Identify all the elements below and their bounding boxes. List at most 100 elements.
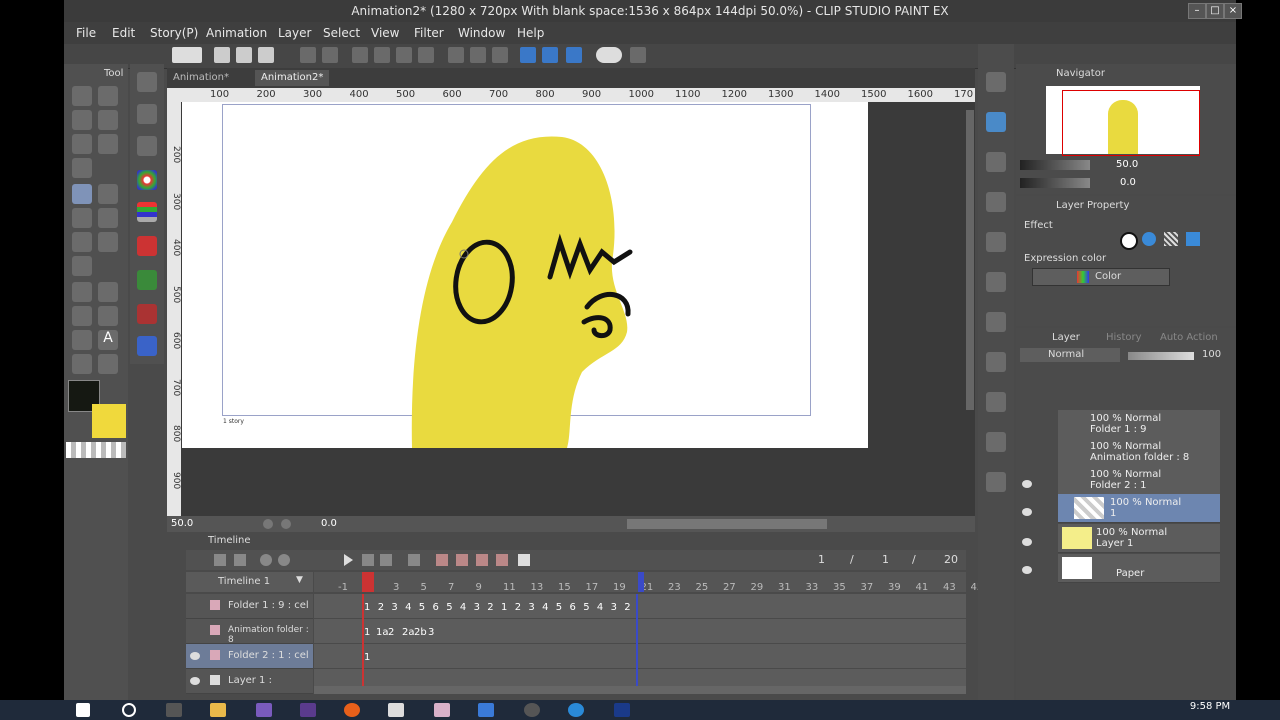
snap-special-ruler-icon[interactable] — [566, 47, 582, 63]
cel-label[interactable]: 4 — [597, 602, 603, 613]
vertical-scrollbar[interactable] — [966, 110, 974, 410]
panel-icon-8[interactable] — [986, 352, 1006, 372]
help-icon[interactable] — [596, 47, 622, 63]
onion-skin-icon[interactable] — [436, 554, 448, 566]
subtool-icon-2[interactable] — [137, 104, 157, 124]
deselect-icon[interactable] — [448, 47, 464, 63]
fill-tool-icon[interactable] — [72, 282, 92, 302]
new-cel-icon[interactable] — [234, 554, 246, 566]
firefox-icon[interactable] — [344, 703, 360, 717]
zoom-in-icon[interactable] — [281, 519, 291, 529]
last-frame-icon[interactable] — [380, 554, 392, 566]
track-animation-folder[interactable]: Animation folder : 8 — [186, 619, 313, 645]
loop-playback-icon[interactable] — [408, 554, 420, 566]
transform-icon[interactable] — [418, 47, 434, 63]
panel-icon-6[interactable] — [986, 272, 1006, 292]
taskbar-clock[interactable]: 9:58 PM — [1180, 701, 1240, 712]
menu-window[interactable]: Window — [458, 26, 505, 40]
cel-label[interactable]: 6 — [570, 602, 576, 613]
cel-label[interactable]: 1 — [364, 652, 370, 663]
cel-label[interactable]: 1 — [364, 627, 370, 638]
app-icon[interactable] — [478, 703, 494, 717]
menu-select[interactable]: Select — [323, 26, 360, 40]
panel-icon-9[interactable] — [986, 392, 1006, 412]
snap-grid-icon[interactable] — [542, 47, 558, 63]
menu-story[interactable]: Story(P) — [150, 26, 198, 40]
layer-color-icon[interactable] — [1164, 232, 1178, 246]
text-tool-icon[interactable]: A — [98, 330, 118, 350]
cel-label[interactable]: 3 — [528, 602, 534, 613]
navigator-zoom-slider[interactable] — [1020, 160, 1090, 170]
color-slider-icon[interactable] — [137, 202, 157, 222]
clear-outside-icon[interactable] — [374, 47, 390, 63]
obs-icon[interactable] — [524, 703, 540, 717]
menu-view[interactable]: View — [371, 26, 399, 40]
rotation-value[interactable]: 0.0 — [321, 518, 337, 529]
cel-label[interactable]: 4 — [542, 602, 548, 613]
color-set-icon[interactable] — [137, 236, 157, 256]
windows-start-icon[interactable] — [76, 703, 90, 717]
visibility-eye-icon[interactable] — [190, 677, 200, 685]
clip-studio-icon[interactable] — [172, 47, 202, 63]
browser-icon[interactable] — [568, 703, 584, 717]
frame-border-icon[interactable] — [98, 306, 118, 326]
premiere-icon[interactable] — [300, 703, 316, 717]
playhead-marker[interactable] — [362, 572, 374, 592]
cel-label[interactable]: 1a — [376, 627, 389, 638]
gradient-tool-icon[interactable] — [98, 282, 118, 302]
clear-icon[interactable] — [352, 47, 368, 63]
end-frame-marker[interactable] — [638, 572, 644, 592]
search-icon[interactable] — [986, 72, 1006, 92]
blend-mode-select[interactable]: Normal — [1020, 348, 1120, 362]
cel-label[interactable]: 2 — [624, 602, 630, 613]
cel-label[interactable]: 4 — [405, 602, 411, 613]
cel-label[interactable]: 1 — [501, 602, 507, 613]
next-frame-icon[interactable] — [362, 554, 374, 566]
cel-label[interactable]: 2b — [414, 627, 427, 638]
open-file-icon[interactable] — [236, 47, 252, 63]
selection-border-icon[interactable] — [492, 47, 508, 63]
timeline-zoom-in-icon[interactable] — [278, 554, 290, 566]
cel-label[interactable]: 3 — [611, 602, 617, 613]
cel-label[interactable]: 2 — [388, 627, 394, 638]
cel-label[interactable]: 3 — [391, 602, 397, 613]
object-tool-icon[interactable] — [72, 110, 92, 130]
settings-icon[interactable] — [630, 47, 646, 63]
history-tab[interactable]: History — [1106, 332, 1142, 343]
layer-folder-2[interactable]: 100 % Normal Folder 2 : 1 — [1058, 466, 1220, 495]
menu-file[interactable]: File — [76, 26, 96, 40]
track-folder-2[interactable]: Folder 2 : 1 : cel — [186, 644, 313, 669]
auto-action-tab[interactable]: Auto Action — [1160, 332, 1218, 343]
blend-tool-icon[interactable] — [72, 256, 92, 276]
cel-label[interactable]: 2 — [487, 602, 493, 613]
material-icon[interactable] — [986, 112, 1006, 132]
menu-help[interactable]: Help — [517, 26, 544, 40]
lasso-select-icon[interactable] — [72, 134, 92, 154]
tab-animation2[interactable]: Animation2* — [255, 70, 330, 86]
visibility-eye-icon[interactable] — [190, 652, 200, 660]
panel-icon-5[interactable] — [986, 232, 1006, 252]
track-layer-1[interactable]: Layer 1 : — [186, 669, 313, 694]
visibility-eye-icon[interactable] — [1022, 508, 1032, 516]
specify-cels-icon[interactable] — [476, 554, 488, 566]
eyedropper-icon[interactable] — [72, 158, 92, 178]
cel-label[interactable]: 2 — [378, 602, 384, 613]
hand-tool-icon[interactable] — [98, 86, 118, 106]
layer-folder-1[interactable]: 100 % Normal Folder 1 : 9 — [1058, 410, 1220, 439]
border-effect-icon[interactable] — [1120, 232, 1138, 250]
layer-animation-folder[interactable]: 100 % Normal Animation folder : 8 — [1058, 438, 1220, 467]
light-table-icon[interactable] — [456, 554, 468, 566]
file-explorer-icon[interactable] — [210, 703, 226, 717]
new-animation-folder-icon[interactable] — [214, 554, 226, 566]
correct-line-icon[interactable] — [98, 354, 118, 374]
clip-studio-taskbar-icon[interactable] — [388, 703, 404, 717]
cel-label[interactable]: 2a — [402, 627, 415, 638]
decoration-icon[interactable] — [72, 232, 92, 252]
panel-icon-10[interactable] — [986, 432, 1006, 452]
layer-cel-1[interactable]: 100 % Normal 1 — [1058, 494, 1220, 523]
photoshop-icon[interactable] — [614, 703, 630, 717]
play-icon[interactable] — [344, 554, 353, 566]
menu-layer[interactable]: Layer — [278, 26, 311, 40]
menu-filter[interactable]: Filter — [414, 26, 444, 40]
magic-wand-icon[interactable] — [98, 134, 118, 154]
